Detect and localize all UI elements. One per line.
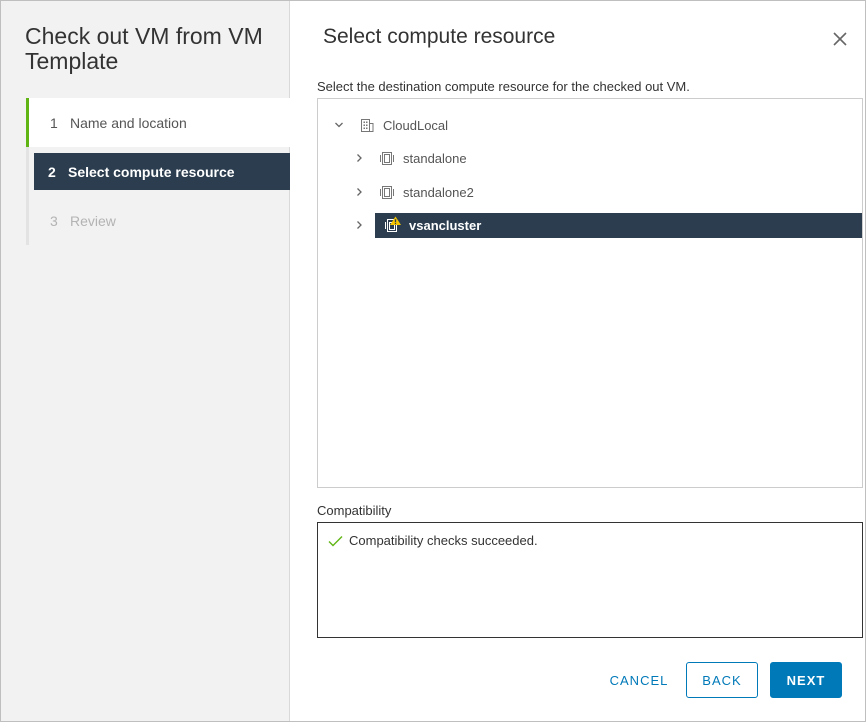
compute-resource-tree: CloudLocal standalone standalone2 vsancl… xyxy=(317,98,863,488)
chevron-right-icon[interactable] xyxy=(352,151,366,165)
wizard-title: Check out VM from VM Template xyxy=(25,23,263,74)
cluster-warning-icon xyxy=(384,216,402,234)
next-button[interactable]: NEXT xyxy=(770,662,842,698)
close-button[interactable] xyxy=(830,29,850,49)
compatibility-message: Compatibility checks succeeded. xyxy=(328,533,538,548)
step-label: Name and location xyxy=(70,114,187,131)
tree-node-standalone[interactable]: standalone xyxy=(352,145,467,171)
chevron-right-icon[interactable] xyxy=(352,185,366,199)
instruction-text: Select the destination compute resource … xyxy=(317,79,690,94)
step-name-and-location[interactable]: 1 Name and location xyxy=(26,98,290,147)
chevron-down-icon[interactable] xyxy=(332,118,346,132)
cancel-button[interactable]: CANCEL xyxy=(604,662,674,698)
tree-node-label: CloudLocal xyxy=(383,117,449,133)
step-review: 3 Review xyxy=(26,196,290,245)
step-list: 1 Name and location 2 Select compute res… xyxy=(26,98,290,245)
tree-node-cloudlocal[interactable]: CloudLocal xyxy=(332,112,448,138)
compatibility-message-text: Compatibility checks succeeded. xyxy=(349,533,538,548)
wizard-nav: Check out VM from VM Template 1 Name and… xyxy=(1,1,290,721)
chevron-right-icon[interactable] xyxy=(352,218,366,232)
checkout-vm-dialog: Check out VM from VM Template 1 Name and… xyxy=(0,0,866,722)
step-number: 1 xyxy=(50,114,58,131)
step-number: 3 xyxy=(50,212,58,229)
tree-node-standalone2[interactable]: standalone2 xyxy=(352,179,474,205)
wizard-steps: 1 Name and location 2 Select compute res… xyxy=(26,98,290,245)
tree-node-label: vsancluster xyxy=(409,217,482,233)
back-button[interactable]: BACK xyxy=(686,662,758,698)
tree-node-label: standalone xyxy=(403,150,467,166)
host-icon xyxy=(378,183,396,201)
step-label: Review xyxy=(70,212,116,229)
step-number: 2 xyxy=(48,163,56,180)
host-icon xyxy=(378,149,396,167)
close-icon xyxy=(833,32,847,46)
step-select-compute-resource[interactable]: 2 Select compute resource xyxy=(34,153,290,190)
tree-node-vsancluster[interactable]: vsancluster xyxy=(352,212,481,238)
wizard-content: Select compute resource Select the desti… xyxy=(290,1,865,721)
check-icon xyxy=(328,534,344,548)
datacenter-icon xyxy=(358,116,376,134)
compatibility-label: Compatibility xyxy=(317,503,392,518)
step-label: Select compute resource xyxy=(68,163,235,180)
page-title: Select compute resource xyxy=(323,25,556,48)
tree-node-label: standalone2 xyxy=(403,184,474,200)
compatibility-panel: Compatibility checks succeeded. xyxy=(317,522,863,638)
